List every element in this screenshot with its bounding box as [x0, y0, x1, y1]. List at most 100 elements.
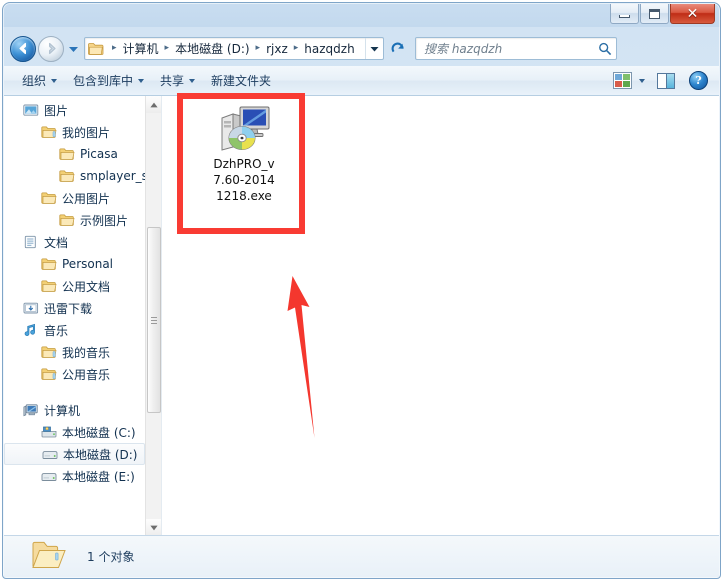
command-bar: 组织 包含到库中 共享 新建文件夹 ?	[4, 66, 719, 96]
change-view-icon[interactable]	[613, 72, 632, 89]
breadcrumb-item-rjxz[interactable]: rjxz	[265, 42, 289, 56]
breadcrumb-item-computer[interactable]: 计算机	[122, 40, 160, 57]
sidebar-item[interactable]: 示例图片	[4, 209, 145, 231]
sidebar-item-label: 我的图片	[62, 125, 111, 140]
file-list-pane[interactable]: DzhPRO_v 7.60-2014 1218.exe	[162, 96, 719, 536]
sidebar-item[interactable]: 我的音乐	[4, 341, 145, 363]
folder-tree: 图片我的图片 Picasa smplayer_sc 公用图片示例图片文档 Persona…	[4, 96, 145, 487]
navigation-bar: ▸ 计算机 ▸ 本地磁盘 (D:) ▸ rjxz ▸ hazqdzh 搜索 ha…	[3, 31, 720, 66]
breadcrumb-separator[interactable]: ▸	[251, 44, 266, 53]
folder-icon	[59, 214, 75, 226]
folder-icon	[58, 147, 76, 161]
back-button[interactable]	[10, 35, 36, 62]
breadcrumb-separator[interactable]: ▸	[160, 44, 175, 53]
folder-icon	[59, 170, 75, 182]
refresh-icon	[391, 42, 404, 53]
window-controls: ✕	[609, 4, 715, 25]
sidebar-item[interactable]: smplayer_sc	[4, 165, 145, 187]
help-icon[interactable]: ?	[689, 71, 708, 90]
breadcrumb-item-hazqdzh[interactable]: hazqdzh	[303, 42, 355, 56]
sidebar-item[interactable]: 计算机	[4, 399, 145, 421]
music-library-icon	[22, 323, 40, 337]
sidebar-item[interactable]: 公用文档	[4, 275, 145, 297]
maximize-button[interactable]	[640, 4, 669, 24]
status-bar: 1 个对象	[4, 535, 719, 577]
search-icon	[594, 42, 616, 56]
picture-library-icon	[23, 104, 39, 116]
share-label: 共享	[160, 74, 185, 88]
sidebar-item[interactable]: 我的图片	[4, 121, 145, 143]
sidebar-item[interactable]: 本地磁盘 (D:)	[4, 443, 145, 465]
drive-icon	[42, 451, 58, 459]
my-pictures-folder-icon	[41, 126, 57, 138]
breadcrumb-separator[interactable]: ▸	[289, 44, 304, 53]
chevron-down-icon	[370, 46, 379, 51]
sidebar-item-label: 迅雷下载	[44, 301, 93, 316]
download-library-icon	[22, 301, 40, 315]
sidebar-item[interactable]: Picasa	[4, 143, 145, 165]
sidebar-item[interactable]: 文档	[4, 231, 145, 253]
forward-button[interactable]	[38, 35, 64, 62]
preview-pane-icon[interactable]	[657, 72, 675, 89]
document-library-icon	[22, 235, 40, 249]
sidebar-item[interactable]: 公用音乐	[4, 363, 145, 385]
refresh-button[interactable]	[385, 36, 411, 61]
new-folder-label: 新建文件夹	[211, 74, 272, 88]
sidebar-item[interactable]: 音乐	[4, 319, 145, 341]
folder-icon	[40, 279, 58, 293]
back-arrow-icon	[18, 42, 26, 55]
tree-section-gap	[4, 385, 145, 399]
sidebar-item[interactable]: 图片	[4, 99, 145, 121]
scroll-up-button[interactable]	[146, 96, 161, 113]
system-drive-icon	[40, 425, 58, 439]
window-frame: ✕ ▸ 计算机 ▸ 本地磁盘 (D:) ▸ rjxz ▸ hazqdzh 搜索 …	[3, 3, 720, 578]
sidebar-item-label: Picasa	[80, 147, 118, 161]
scroll-down-button[interactable]	[146, 519, 161, 536]
breadcrumb-separator: ▸	[112, 43, 117, 53]
sidebar-item-label: 公用图片	[62, 191, 111, 206]
address-bar[interactable]: ▸ 计算机 ▸ 本地磁盘 (D:) ▸ rjxz ▸ hazqdzh	[84, 37, 384, 60]
include-in-library-label: 包含到库中	[73, 74, 134, 88]
sidebar-item[interactable]: Personal	[4, 253, 145, 275]
navigation-scrollbar[interactable]	[145, 96, 161, 536]
search-input[interactable]: 搜索 hazqdzh	[416, 40, 594, 57]
sidebar-item[interactable]: 本地磁盘 (C:)	[4, 421, 145, 443]
chevron-down-icon	[150, 525, 158, 530]
close-button[interactable]: ✕	[670, 4, 715, 24]
music-folder-icon	[40, 345, 58, 359]
view-chevron-down-icon[interactable]	[639, 78, 645, 83]
music-library-icon	[24, 323, 35, 337]
sidebar-item-label: 计算机	[44, 403, 81, 418]
sidebar-item-label: 本地磁盘 (C:)	[62, 425, 136, 440]
folder-icon	[41, 258, 57, 270]
history-dropdown-button[interactable]	[66, 45, 80, 53]
scrollbar-thumb[interactable]	[147, 227, 161, 413]
chevron-down-icon	[138, 78, 145, 83]
command-bar-right: ?	[613, 71, 719, 90]
sidebar-item[interactable]: 公用图片	[4, 187, 145, 209]
music-folder-icon	[41, 346, 57, 358]
file-name-line: 1218.exe	[216, 189, 272, 203]
system-drive-icon	[41, 426, 57, 438]
sidebar-item[interactable]: 迅雷下载	[4, 297, 145, 319]
folder-icon	[41, 192, 57, 204]
sidebar-item-label: smplayer_sc	[80, 169, 145, 183]
drive-icon	[40, 469, 58, 483]
include-in-library-button[interactable]: 包含到库中	[65, 68, 152, 93]
sidebar-item[interactable]: 本地磁盘 (E:)	[4, 465, 145, 487]
folder-icon	[41, 280, 57, 292]
breadcrumb-item-drive-d[interactable]: 本地磁盘 (D:)	[174, 40, 250, 57]
sidebar-item-label: 本地磁盘 (E:)	[62, 469, 135, 484]
sidebar-item-label: 公用音乐	[62, 367, 111, 382]
document-library-icon	[24, 235, 36, 249]
organize-button[interactable]: 组织	[14, 68, 65, 93]
new-folder-button[interactable]: 新建文件夹	[203, 68, 279, 93]
computer-icon	[22, 403, 40, 417]
address-dropdown-button[interactable]	[365, 38, 383, 59]
file-item[interactable]: DzhPRO_v 7.60-2014 1218.exe	[194, 103, 294, 204]
sidebar-item-label: 音乐	[44, 323, 69, 338]
share-button[interactable]: 共享	[152, 68, 203, 93]
search-box[interactable]: 搜索 hazqdzh	[415, 37, 617, 60]
minimize-button[interactable]	[610, 4, 639, 24]
music-folder-icon	[40, 367, 58, 381]
